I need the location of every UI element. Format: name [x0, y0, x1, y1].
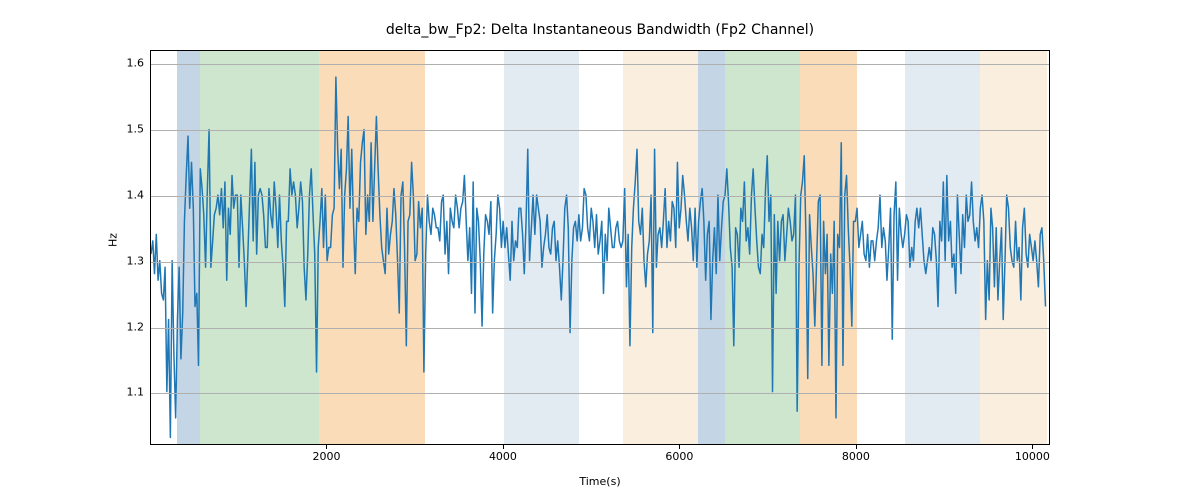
y-tick-label: 1.3: [104, 254, 144, 267]
plot-area: [150, 50, 1050, 445]
x-tick-label: 6000: [665, 450, 693, 463]
x-tick-label: 10000: [1015, 450, 1050, 463]
y-tick: [150, 393, 151, 394]
y-tick-label: 1.5: [104, 123, 144, 136]
x-axis-label: Time(s): [150, 475, 1050, 488]
y-tick: [150, 196, 151, 197]
grid-line: [151, 393, 1049, 394]
grid-line: [151, 328, 1049, 329]
grid-line: [151, 262, 1049, 263]
grid-line: [151, 196, 1049, 197]
grid-line: [151, 64, 1049, 65]
y-tick: [150, 328, 151, 329]
chart-title: delta_bw_Fp2: Delta Instantaneous Bandwi…: [150, 22, 1050, 38]
y-tick-label: 1.6: [104, 57, 144, 70]
y-tick-label: 1.4: [104, 188, 144, 201]
x-tick: [856, 445, 857, 449]
x-tick: [1032, 445, 1033, 449]
y-tick-label: 1.1: [104, 386, 144, 399]
y-tick: [150, 130, 151, 131]
x-tick-label: 2000: [312, 450, 340, 463]
x-tick-label: 4000: [489, 450, 517, 463]
y-tick-label: 1.2: [104, 320, 144, 333]
chart-container: [150, 50, 1050, 445]
y-tick: [150, 64, 151, 65]
line-series: [151, 51, 1049, 444]
y-axis-label: Hz: [107, 233, 120, 247]
grid-line: [151, 130, 1049, 131]
x-tick: [326, 445, 327, 449]
y-tick: [150, 262, 151, 263]
x-tick-label: 8000: [842, 450, 870, 463]
x-tick: [679, 445, 680, 449]
x-tick: [503, 445, 504, 449]
